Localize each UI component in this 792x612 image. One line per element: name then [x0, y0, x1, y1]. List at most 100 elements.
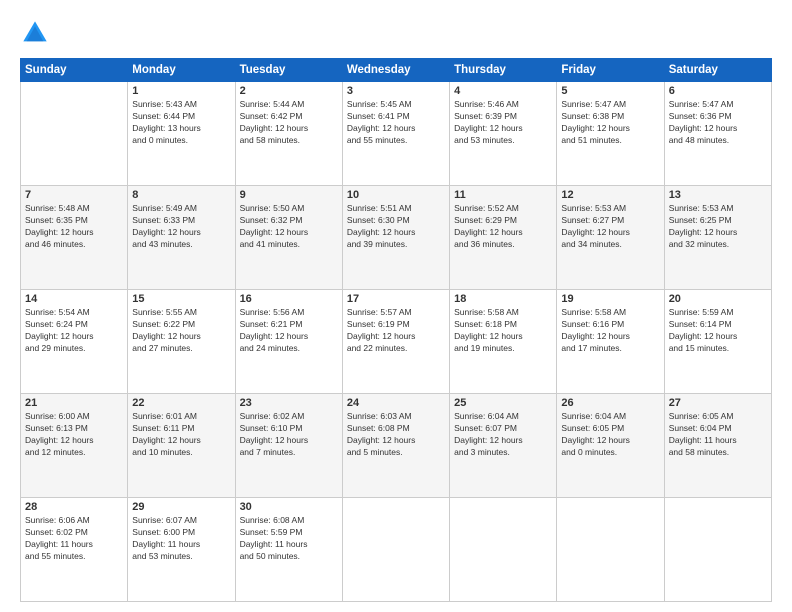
table-row: 23 Sunrise: 6:02 AMSunset: 6:10 PMDayligh…: [235, 394, 342, 498]
day-number: 16: [240, 293, 338, 305]
table-row: 12 Sunrise: 5:53 AMSunset: 6:27 PMDayligh…: [557, 186, 664, 290]
table-row: 4Sunrise: 5:46 AMSunset: 6:39 PMDaylight…: [450, 82, 557, 186]
day-info: Sunrise: 6:06 AMSunset: 6:02 PMDaylight:…: [25, 515, 123, 563]
day-number: 10: [347, 189, 445, 201]
day-info: Sunrise: 6:04 AMSunset: 6:07 PMDaylight:…: [454, 411, 552, 459]
day-info: Sunrise: 5:59 AMSunset: 6:14 PMDaylight:…: [669, 307, 767, 355]
day-info: Sunrise: 6:03 AMSunset: 6:08 PMDaylight:…: [347, 411, 445, 459]
table-row: 11 Sunrise: 5:52 AMSunset: 6:29 PMDayligh…: [450, 186, 557, 290]
table-row: 27Sunrise: 6:05 AMSunset: 6:04 PMDayligh…: [664, 394, 771, 498]
day-info: Sunrise: 5:58 AMSunset: 6:18 PMDaylight:…: [454, 307, 552, 355]
table-row: 13Sunrise: 5:53 AMSunset: 6:25 PMDayligh…: [664, 186, 771, 290]
calendar-week-2: 14 Sunrise: 5:54 AMSunset: 6:24 PMDayligh…: [21, 290, 772, 394]
calendar-week-4: 28Sunrise: 6:06 AMSunset: 6:02 PMDayligh…: [21, 498, 772, 602]
weekday-sunday: Sunday: [21, 59, 128, 82]
day-number: 14: [25, 293, 123, 305]
table-row: 29Sunrise: 6:07 AMSunset: 6:00 PMDayligh…: [128, 498, 235, 602]
day-number: 5: [561, 85, 659, 97]
day-info: Sunrise: 5:47 AMSunset: 6:36 PMDaylight:…: [669, 99, 767, 147]
day-number: 22: [132, 397, 230, 409]
day-number: 8: [132, 189, 230, 201]
weekday-header-row: SundayMondayTuesdayWednesdayThursdayFrid…: [21, 59, 772, 82]
day-number: 29: [132, 501, 230, 513]
day-number: 7: [25, 189, 123, 201]
header: [20, 18, 772, 48]
day-number: 30: [240, 501, 338, 513]
weekday-friday: Friday: [557, 59, 664, 82]
day-info: Sunrise: 6:02 AMSunset: 6:10 PMDaylight:…: [240, 411, 338, 459]
day-info: Sunrise: 5:49 AMSunset: 6:33 PMDaylight:…: [132, 203, 230, 251]
table-row: 24 Sunrise: 6:03 AMSunset: 6:08 PMDayligh…: [342, 394, 449, 498]
day-number: 6: [669, 85, 767, 97]
table-row: 10 Sunrise: 5:51 AMSunset: 6:30 PMDayligh…: [342, 186, 449, 290]
day-info: Sunrise: 5:58 AMSunset: 6:16 PMDaylight:…: [561, 307, 659, 355]
calendar-table: SundayMondayTuesdayWednesdayThursdayFrid…: [20, 58, 772, 602]
day-info: Sunrise: 5:51 AMSunset: 6:30 PMDaylight:…: [347, 203, 445, 251]
day-number: 2: [240, 85, 338, 97]
table-row: [557, 498, 664, 602]
day-number: 15: [132, 293, 230, 305]
day-info: Sunrise: 5:52 AMSunset: 6:29 PMDaylight:…: [454, 203, 552, 251]
table-row: 16Sunrise: 5:56 AMSunset: 6:21 PMDayligh…: [235, 290, 342, 394]
table-row: 28Sunrise: 6:06 AMSunset: 6:02 PMDayligh…: [21, 498, 128, 602]
day-number: 20: [669, 293, 767, 305]
day-info: Sunrise: 5:47 AMSunset: 6:38 PMDaylight:…: [561, 99, 659, 147]
table-row: 20 Sunrise: 5:59 AMSunset: 6:14 PMDayligh…: [664, 290, 771, 394]
day-info: Sunrise: 5:48 AMSunset: 6:35 PMDaylight:…: [25, 203, 123, 251]
day-info: Sunrise: 5:50 AMSunset: 6:32 PMDaylight:…: [240, 203, 338, 251]
day-info: Sunrise: 6:05 AMSunset: 6:04 PMDaylight:…: [669, 411, 767, 459]
day-info: Sunrise: 5:55 AMSunset: 6:22 PMDaylight:…: [132, 307, 230, 355]
day-number: 23: [240, 397, 338, 409]
logo-icon: [20, 18, 50, 48]
day-number: 4: [454, 85, 552, 97]
day-info: Sunrise: 5:53 AMSunset: 6:27 PMDaylight:…: [561, 203, 659, 251]
day-number: 26: [561, 397, 659, 409]
day-info: Sunrise: 6:08 AMSunset: 5:59 PMDaylight:…: [240, 515, 338, 563]
table-row: 26 Sunrise: 6:04 AMSunset: 6:05 PMDayligh…: [557, 394, 664, 498]
table-row: 9 Sunrise: 5:50 AMSunset: 6:32 PMDaylight…: [235, 186, 342, 290]
table-row: 30 Sunrise: 6:08 AMSunset: 5:59 PMDayligh…: [235, 498, 342, 602]
day-number: 19: [561, 293, 659, 305]
table-row: 3 Sunrise: 5:45 AMSunset: 6:41 PMDaylight…: [342, 82, 449, 186]
day-info: Sunrise: 5:45 AMSunset: 6:41 PMDaylight:…: [347, 99, 445, 147]
day-number: 17: [347, 293, 445, 305]
day-number: 24: [347, 397, 445, 409]
weekday-wednesday: Wednesday: [342, 59, 449, 82]
calendar-week-0: 1 Sunrise: 5:43 AMSunset: 6:44 PMDaylight…: [21, 82, 772, 186]
day-number: 1: [132, 85, 230, 97]
day-info: Sunrise: 6:01 AMSunset: 6:11 PMDaylight:…: [132, 411, 230, 459]
weekday-monday: Monday: [128, 59, 235, 82]
day-info: Sunrise: 6:04 AMSunset: 6:05 PMDaylight:…: [561, 411, 659, 459]
table-row: [450, 498, 557, 602]
page: SundayMondayTuesdayWednesdayThursdayFrid…: [0, 0, 792, 612]
table-row: 18Sunrise: 5:58 AMSunset: 6:18 PMDayligh…: [450, 290, 557, 394]
calendar-week-1: 7 Sunrise: 5:48 AMSunset: 6:35 PMDaylight…: [21, 186, 772, 290]
table-row: 17 Sunrise: 5:57 AMSunset: 6:19 PMDayligh…: [342, 290, 449, 394]
weekday-saturday: Saturday: [664, 59, 771, 82]
weekday-thursday: Thursday: [450, 59, 557, 82]
table-row: [342, 498, 449, 602]
table-row: 22 Sunrise: 6:01 AMSunset: 6:11 PMDayligh…: [128, 394, 235, 498]
weekday-tuesday: Tuesday: [235, 59, 342, 82]
day-info: Sunrise: 5:43 AMSunset: 6:44 PMDaylight:…: [132, 99, 230, 147]
day-number: 3: [347, 85, 445, 97]
day-info: Sunrise: 5:54 AMSunset: 6:24 PMDaylight:…: [25, 307, 123, 355]
table-row: 5 Sunrise: 5:47 AMSunset: 6:38 PMDaylight…: [557, 82, 664, 186]
table-row: 21 Sunrise: 6:00 AMSunset: 6:13 PMDayligh…: [21, 394, 128, 498]
day-number: 25: [454, 397, 552, 409]
table-row: 1 Sunrise: 5:43 AMSunset: 6:44 PMDaylight…: [128, 82, 235, 186]
day-number: 12: [561, 189, 659, 201]
day-info: Sunrise: 5:44 AMSunset: 6:42 PMDaylight:…: [240, 99, 338, 147]
table-row: 2 Sunrise: 5:44 AMSunset: 6:42 PMDaylight…: [235, 82, 342, 186]
day-number: 11: [454, 189, 552, 201]
table-row: 7 Sunrise: 5:48 AMSunset: 6:35 PMDaylight…: [21, 186, 128, 290]
day-number: 21: [25, 397, 123, 409]
calendar-week-3: 21 Sunrise: 6:00 AMSunset: 6:13 PMDayligh…: [21, 394, 772, 498]
day-info: Sunrise: 6:00 AMSunset: 6:13 PMDaylight:…: [25, 411, 123, 459]
table-row: [21, 82, 128, 186]
day-info: Sunrise: 5:57 AMSunset: 6:19 PMDaylight:…: [347, 307, 445, 355]
day-number: 13: [669, 189, 767, 201]
table-row: 15 Sunrise: 5:55 AMSunset: 6:22 PMDayligh…: [128, 290, 235, 394]
table-row: 14 Sunrise: 5:54 AMSunset: 6:24 PMDayligh…: [21, 290, 128, 394]
day-number: 9: [240, 189, 338, 201]
